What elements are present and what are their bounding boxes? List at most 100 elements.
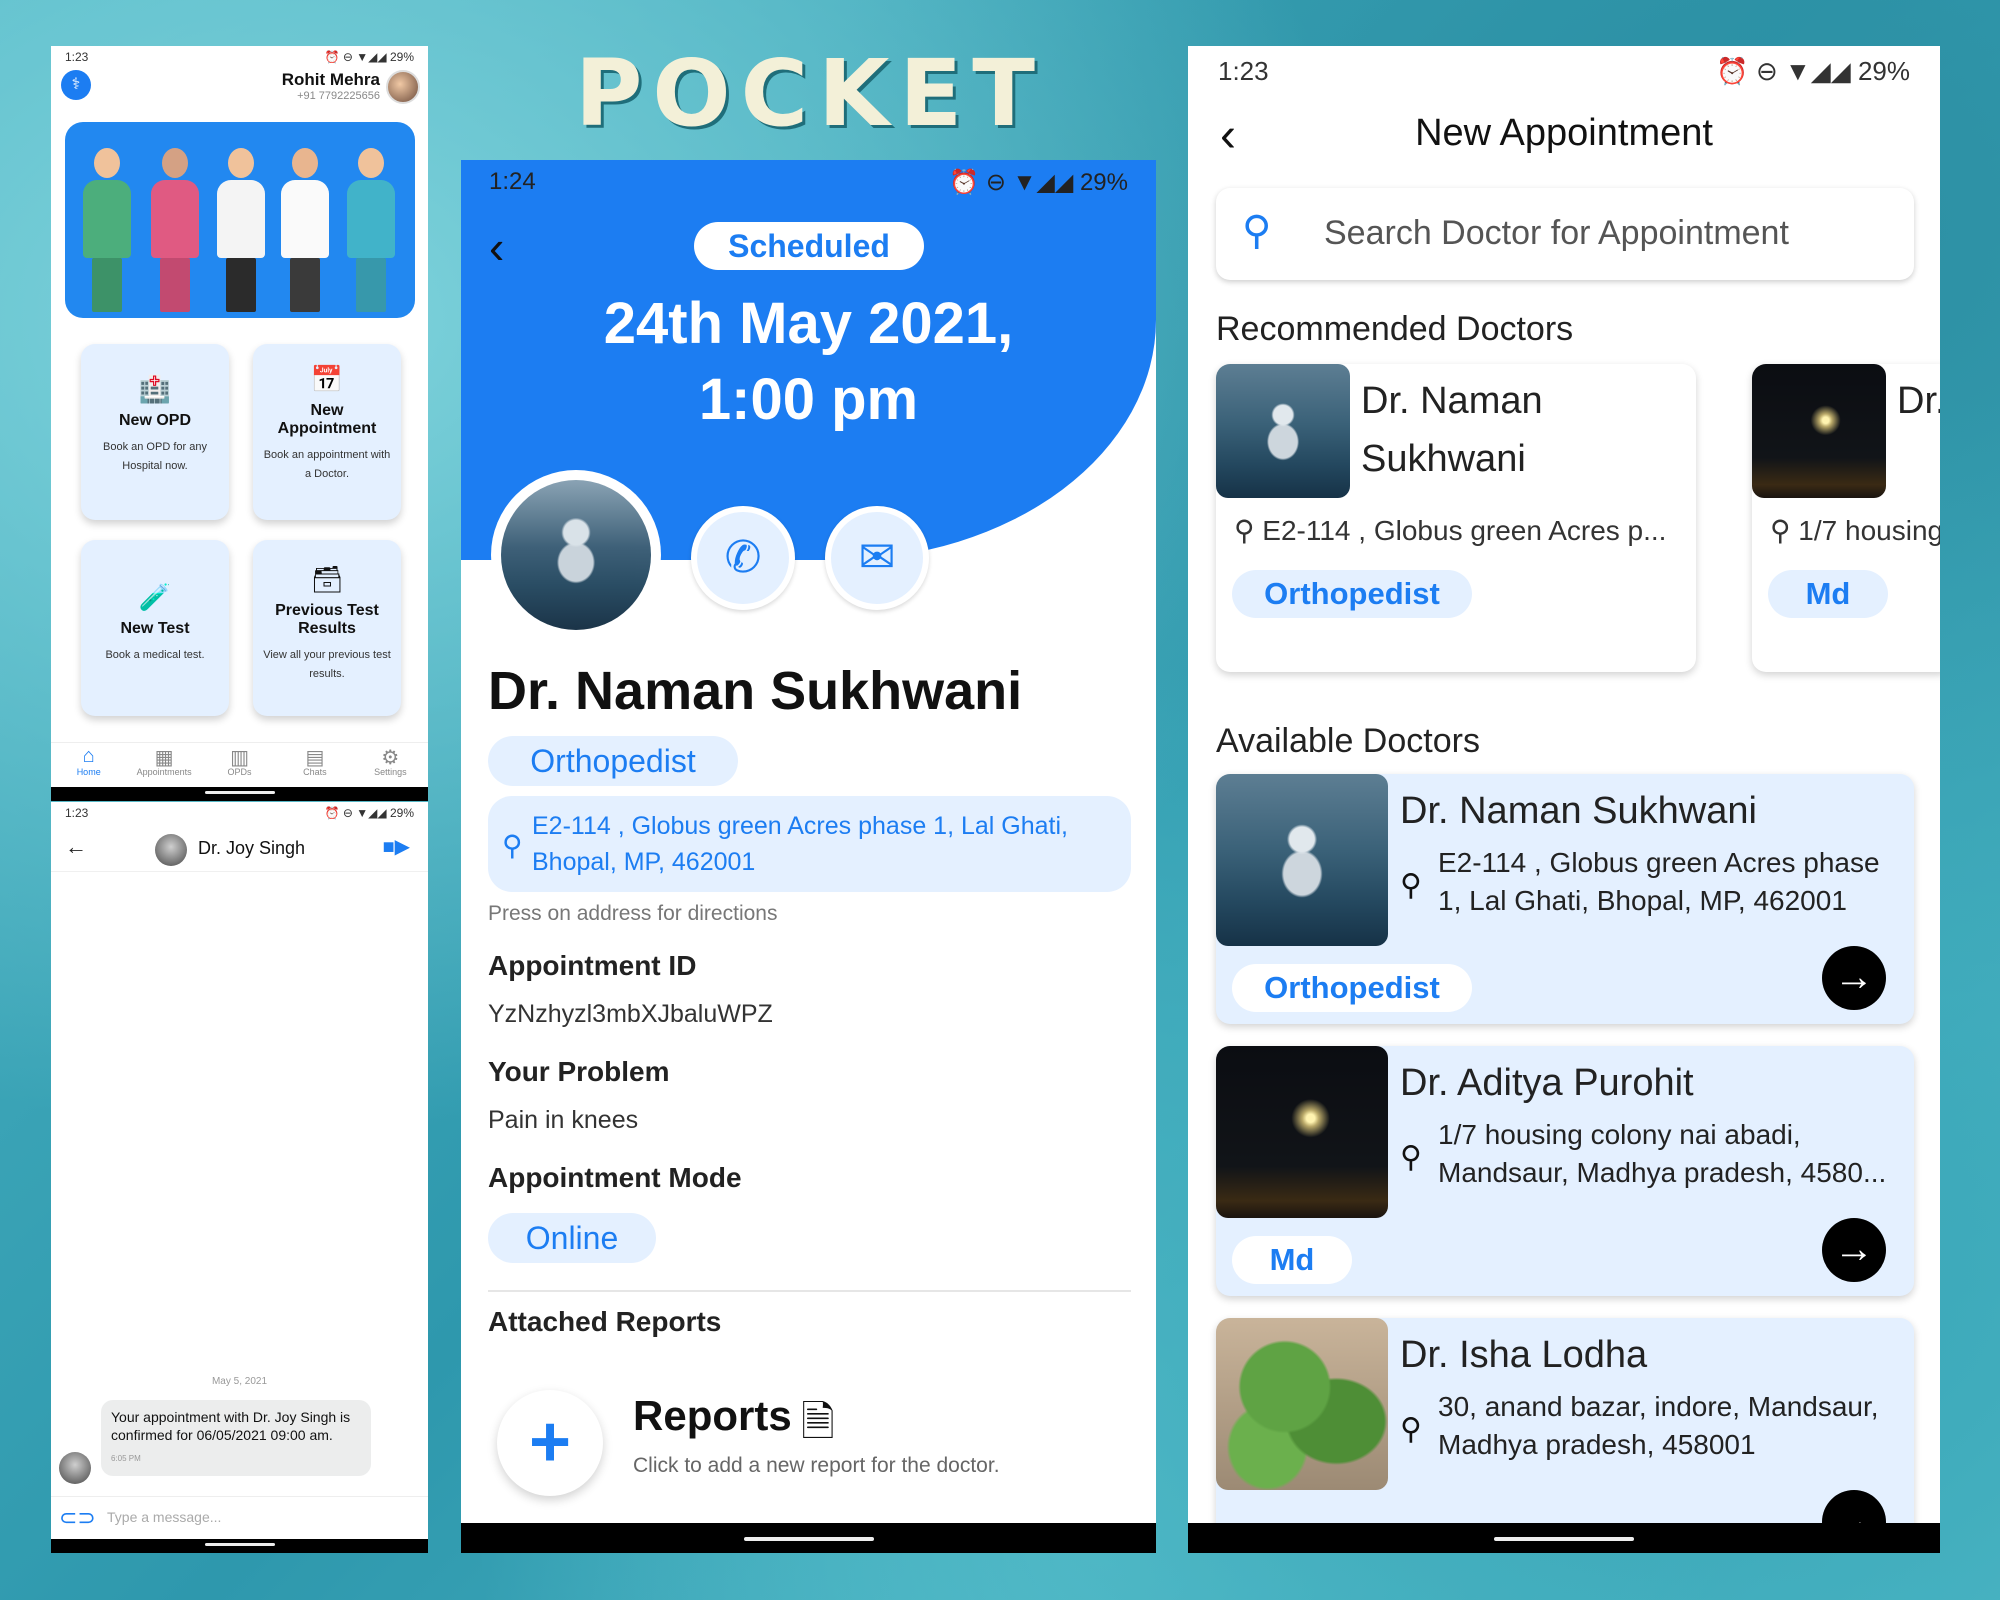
back-chevron-icon[interactable]: ‹ <box>489 220 504 274</box>
message-avatar <box>59 1452 91 1484</box>
banner-figure <box>149 148 201 312</box>
status-icons: ⏰ ⊖ ▼◢◢ 29% <box>1716 55 1910 86</box>
mode-chip: Online <box>488 1213 656 1263</box>
status-badge: Scheduled <box>694 222 924 270</box>
location-pin-icon: ⚲ <box>1400 1141 1422 1174</box>
status-icons: ⏰ ⊖ ▼◢◢ 29% <box>324 806 414 820</box>
app-logo-icon: ⚕ <box>61 70 91 100</box>
message-input[interactable]: Type a message... <box>107 1509 221 1525</box>
new-appointment-card[interactable]: 📅 New Appointment Book an appointment wi… <box>253 344 401 520</box>
doctor-photo <box>1216 1318 1388 1490</box>
user-phone: +91 7792225656 <box>297 90 380 102</box>
back-arrow-icon[interactable]: ← <box>65 834 87 860</box>
system-nav-bar <box>51 1539 428 1553</box>
card-title: New Test <box>120 620 190 637</box>
attachment-icon[interactable]: ⊂⊃ <box>59 1505 96 1531</box>
address-box[interactable]: ⚲ E2-114 , Globus green Acres phase 1, L… <box>488 796 1131 892</box>
recommended-doctor-card[interactable]: Dr. ⚲ 1/7 housing Md <box>1752 364 1940 672</box>
status-icons: ⏰ ⊖ ▼◢◢ 29% <box>324 50 414 64</box>
available-doctor-card[interactable]: Dr. Isha Lodha ⚲ 30, anand bazar, indore… <box>1216 1318 1914 1553</box>
doctor-name: Dr. Naman Sukhwani <box>1400 790 1757 832</box>
banner-figure <box>81 148 133 312</box>
location-pin-icon: ⚲ <box>1400 1413 1422 1446</box>
doctor-avatar <box>155 834 187 866</box>
file-plus-icon: 🗎 <box>801 1398 835 1445</box>
message-bubble: Your appointment with Dr. Joy Singh is c… <box>101 1400 371 1476</box>
message-composer: ⊂⊃ Type a message... <box>51 1496 428 1536</box>
appointment-time: 1:00 pm <box>698 367 919 432</box>
card-desc: View all your previous test results. <box>263 649 391 680</box>
previous-test-results-card[interactable]: 🗃 Previous Test Results View all your pr… <box>253 540 401 716</box>
specialty-chip: Orthopedist <box>1232 570 1472 618</box>
problem-value: Pain in knees <box>488 1106 639 1134</box>
status-battery: 29% <box>389 50 414 64</box>
settings-icon: ⚙ <box>381 747 400 769</box>
doctor-name: Dr. Naman Sukhwani <box>1361 380 1543 480</box>
chat-date: May 5, 2021 <box>211 1376 268 1387</box>
specialty-chip: Orthopedist <box>1232 964 1472 1012</box>
arrow-right-icon: → <box>1834 1227 1874 1271</box>
open-doctor-button[interactable]: → <box>1822 946 1886 1010</box>
doctor-address: ⚲ E2-114 , Globus green Acres p... <box>1234 515 1667 546</box>
open-doctor-button[interactable]: → <box>1822 1218 1886 1282</box>
card-title: Previous Test Results <box>275 602 379 637</box>
video-call-icon[interactable]: ■▶ <box>383 834 410 859</box>
doctor-search[interactable]: ⚲ Search Doctor for Appointment <box>1216 188 1914 280</box>
doctor-address: 30, anand bazar, indore, Mandsaur, Madhy… <box>1438 1391 1879 1460</box>
status-bar: 1:23 ⏰ ⊖ ▼◢◢ 29% <box>51 46 428 68</box>
banner-figure <box>279 148 331 312</box>
card-desc: Book an OPD for any Hospital now. <box>103 441 207 472</box>
home-gesture-pill[interactable] <box>204 1543 275 1546</box>
call-button[interactable]: ✆ <box>691 506 795 610</box>
mode-label: Appointment Mode <box>488 1162 742 1193</box>
appointment-detail-screen: 1:24 ⏰ ⊖ ▼◢◢ 29% ‹ Scheduled 24th May 20… <box>461 160 1156 1553</box>
home-gesture-pill[interactable] <box>1494 1537 1634 1541</box>
chat-screen: 1:23 ⏰ ⊖ ▼◢◢ 29% ← Dr. Joy Singh ■▶ May … <box>51 802 428 1553</box>
home-gesture-pill[interactable] <box>743 1537 874 1541</box>
available-doctor-card[interactable]: Dr. Naman Sukhwani ⚲ E2-114 , Globus gre… <box>1216 774 1914 1024</box>
chat-header: ← Dr. Joy Singh ■▶ <box>51 824 428 872</box>
tab-settings[interactable]: ⚙ Settings <box>353 743 428 786</box>
location-pin-icon: ⚲ <box>1234 515 1255 546</box>
home-gesture-pill[interactable] <box>204 791 275 794</box>
banner-figure <box>345 148 397 312</box>
doctor-photo <box>1216 364 1350 498</box>
tab-opds[interactable]: ▥ OPDs <box>202 743 277 786</box>
doctor-name: Dr. <box>1897 380 1940 422</box>
tab-chats[interactable]: ▤ Chats <box>277 743 352 786</box>
opds-icon: ▥ <box>230 747 249 769</box>
status-battery: 29% <box>1079 168 1128 196</box>
tab-home[interactable]: ⌂ Home <box>51 743 126 786</box>
phone-icon: ✆ <box>724 533 762 582</box>
specialty-chip: Md <box>1232 1236 1352 1284</box>
status-bar: 1:23 ⏰ ⊖ ▼◢◢ 29% <box>1188 46 1940 96</box>
card-title: New OPD <box>118 412 191 429</box>
tab-appointments[interactable]: ▦ Appointments <box>126 743 201 786</box>
system-nav-bar <box>1188 1523 1940 1553</box>
user-info[interactable]: Rohit Mehra +91 7792225656 <box>282 70 380 102</box>
email-button[interactable]: ✉ <box>825 506 929 610</box>
new-opd-card[interactable]: 🏥 New OPD Book an OPD for any Hospital n… <box>81 344 229 520</box>
system-nav-bar <box>461 1523 1156 1553</box>
search-input[interactable]: Search Doctor for Appointment <box>1324 214 1789 253</box>
available-heading: Available Doctors <box>1216 722 1480 760</box>
doctor-address: 1/7 housing colony nai abadi, Mandsaur, … <box>1438 1119 1887 1188</box>
new-appointment-screen: 1:23 ⏰ ⊖ ▼◢◢ 29% ‹ New Appointment ⚲ Sea… <box>1188 46 1940 1553</box>
doctor-name: Dr. Naman Sukhwani <box>488 661 1023 721</box>
card-desc: Book a medical test. <box>105 649 205 661</box>
recommended-doctor-card[interactable]: Dr. Naman Sukhwani ⚲ E2-114 , Globus gre… <box>1216 364 1696 672</box>
available-doctor-card[interactable]: Dr. Aditya Purohit ⚲ 1/7 housing colony … <box>1216 1046 1914 1296</box>
new-test-card[interactable]: 🧪 New Test Book a medical test. <box>81 540 229 716</box>
banner-figure <box>215 148 267 312</box>
address-hint: Press on address for directions <box>488 902 778 925</box>
user-avatar[interactable] <box>386 70 420 104</box>
reports-title[interactable]: Reports <box>633 1392 792 1440</box>
appointment-id-value: YzNzhyzl3mbXJbaluWPZ <box>488 1000 773 1028</box>
chat-doctor-name: Dr. Joy Singh <box>198 838 306 858</box>
add-report-button[interactable]: + <box>497 1390 603 1496</box>
status-time: 1:23 <box>65 50 89 64</box>
calendar-plus-icon: 📅 <box>310 364 344 394</box>
appointments-icon: ▦ <box>154 747 174 769</box>
hospital-icon: 🏥 <box>138 374 172 404</box>
home-icon: ⌂ <box>82 745 95 767</box>
